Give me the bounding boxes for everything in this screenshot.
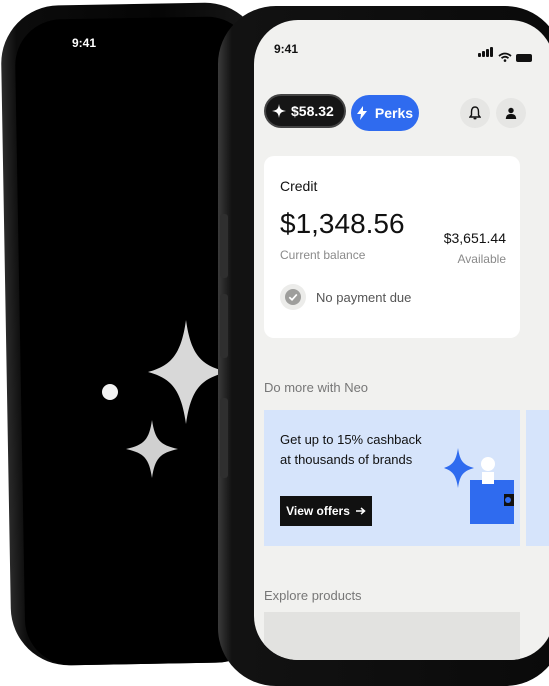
- lightning-icon: [356, 106, 367, 120]
- wifi-icon: [498, 52, 512, 62]
- signal-icon: [478, 44, 494, 62]
- available-label: Available: [457, 252, 506, 266]
- view-offers-label: View offers: [286, 504, 350, 518]
- phone-screen: 9:41 $58.32 Perks Credit $1,348.56 Curre…: [254, 20, 549, 660]
- sparkle-blue-icon: [444, 448, 474, 488]
- do-more-title: Do more with Neo: [264, 380, 369, 395]
- explore-products-title: Explore products: [264, 588, 362, 603]
- credit-card[interactable]: Credit $1,348.56 Current balance $3,651.…: [264, 156, 520, 338]
- battery-icon: [516, 54, 532, 62]
- sparkle-large-icon: [148, 320, 228, 424]
- cashback-promo-card[interactable]: Get up to 15% cashback at thousands of b…: [264, 410, 520, 546]
- next-promo-card[interactable]: [526, 410, 549, 546]
- front-phone: 9:41 $58.32 Perks Credit $1,348.56 Curre…: [218, 6, 549, 686]
- status-time: 9:41: [274, 42, 299, 56]
- payment-status: No payment due: [316, 290, 412, 305]
- credit-title: Credit: [280, 178, 318, 194]
- profile-icon: [505, 107, 517, 119]
- wallet-illustration: [444, 448, 514, 524]
- back-sparkles: [102, 320, 228, 478]
- check-icon: [285, 289, 301, 305]
- bell-icon: [469, 106, 481, 120]
- credit-balance-label: Current balance: [280, 248, 366, 262]
- person-head: [481, 457, 495, 471]
- credit-balance: $1,348.56: [280, 208, 405, 239]
- side-button: [220, 398, 228, 478]
- back-status-time: 9:41: [72, 36, 97, 50]
- available-amount: $3,651.44: [443, 230, 506, 246]
- product-card[interactable]: [264, 612, 520, 660]
- profile-button[interactable]: [496, 98, 526, 128]
- promo-text-line1: Get up to 15% cashback: [280, 432, 422, 447]
- sparkle-icon: [272, 104, 286, 118]
- promo-text: Get up to 15% cashback at thousands of b…: [280, 430, 440, 470]
- perks-button[interactable]: Perks: [351, 95, 419, 131]
- notifications-button[interactable]: [460, 98, 490, 128]
- balance-pill[interactable]: $58.32: [266, 96, 344, 126]
- check-circle-icon: [280, 284, 306, 310]
- volume-up-button: [220, 214, 228, 278]
- dot-icon: [102, 384, 118, 400]
- volume-down-button: [220, 294, 228, 358]
- status-icons: [478, 44, 532, 62]
- balance-pill-label: $58.32: [291, 103, 334, 119]
- perks-label: Perks: [374, 105, 414, 121]
- sparkle-small-icon: [126, 420, 178, 478]
- arrow-right-icon: [355, 507, 366, 515]
- promo-text-line2: at thousands of brands: [280, 452, 413, 467]
- view-offers-button[interactable]: View offers: [280, 496, 372, 526]
